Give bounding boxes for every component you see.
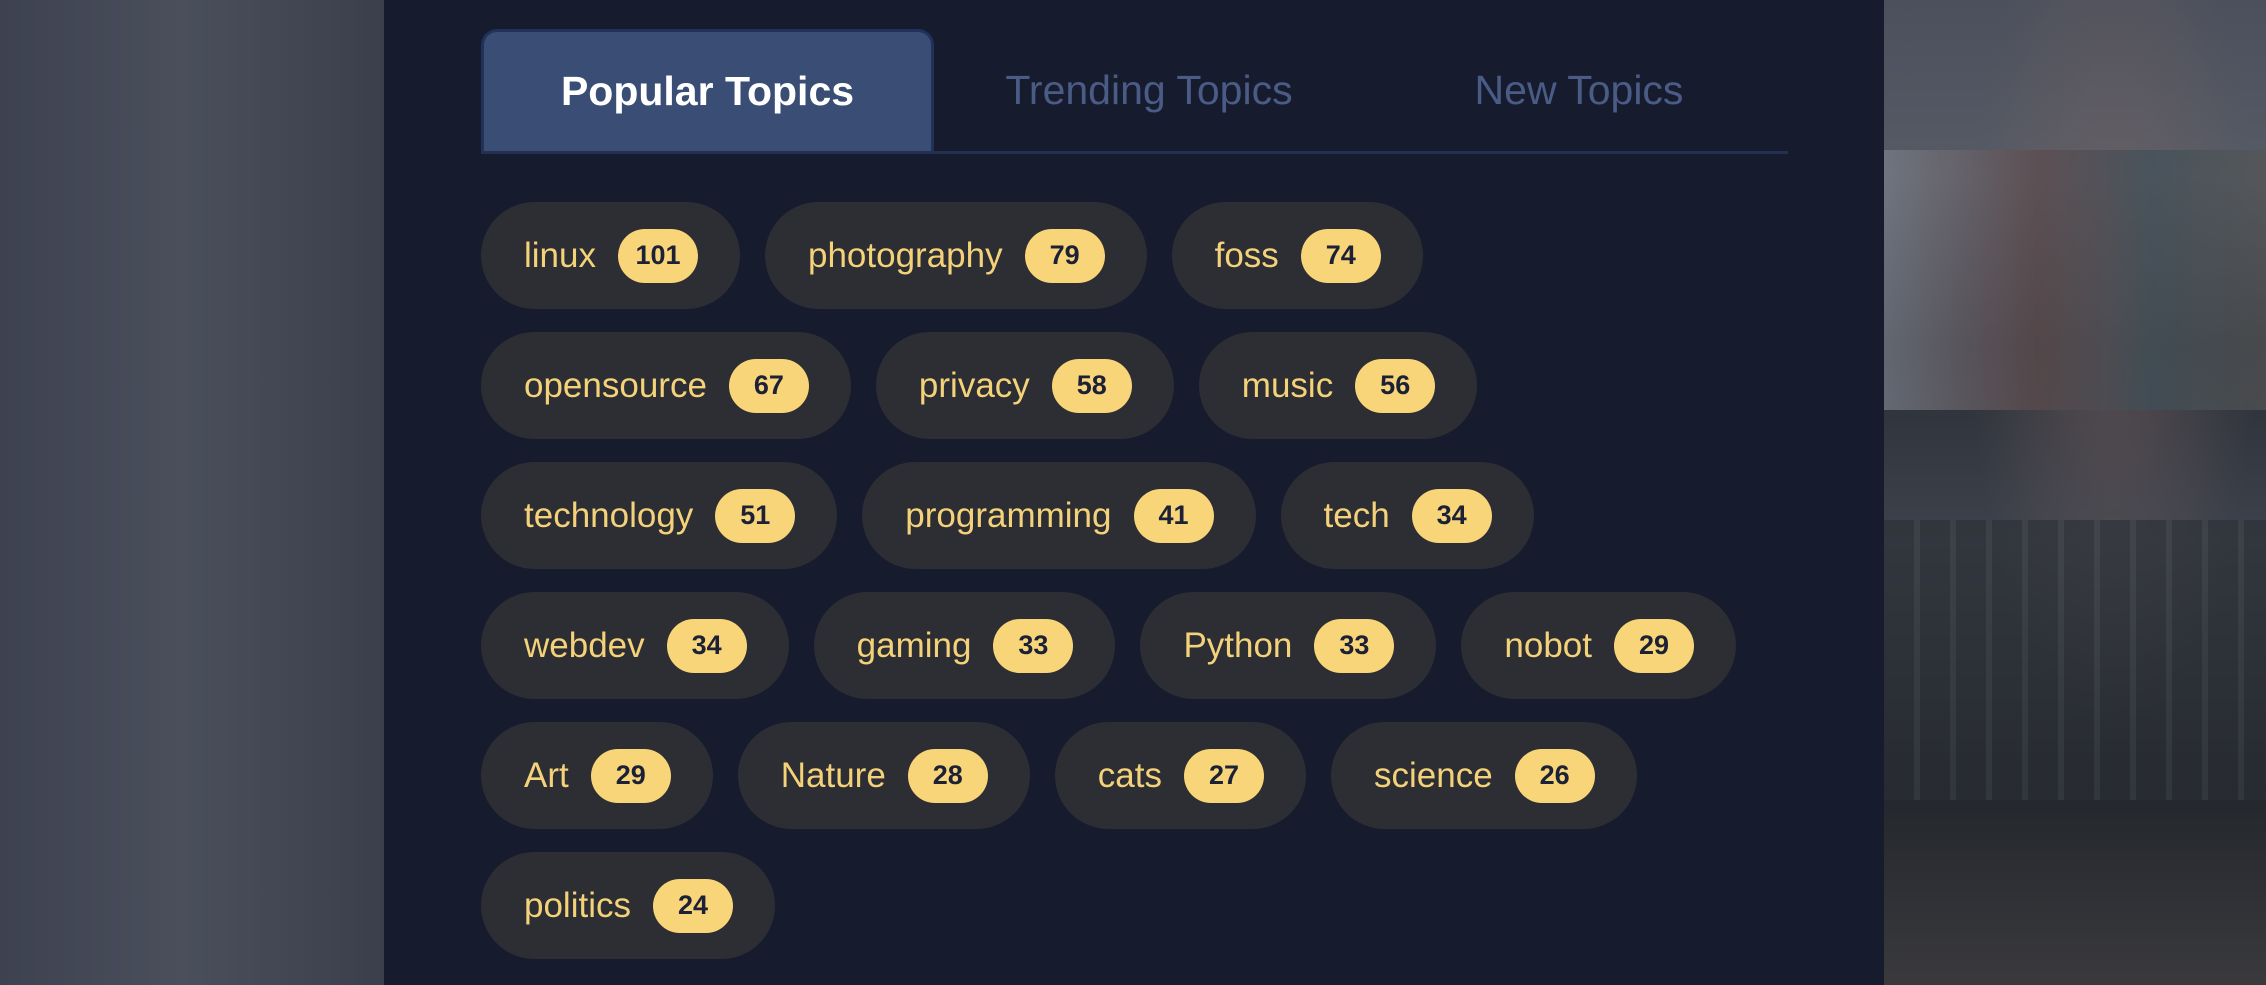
topic-count-badge: 33 [1314,618,1395,673]
topic-pill[interactable]: photography 79 [764,202,1147,309]
tab-popular-topics[interactable]: Popular Topics [481,29,934,151]
topic-pill[interactable]: gaming 33 [813,592,1116,699]
topic-count-badge: 58 [1051,358,1132,413]
topic-pill[interactable]: politics 24 [481,852,775,959]
topic-count-badge: 101 [617,228,698,283]
topic-count-badge: 27 [1184,748,1264,803]
topic-name: music [1241,365,1334,405]
topic-name: tech [1323,495,1390,535]
topic-pill[interactable]: science 26 [1331,722,1637,829]
topic-pill[interactable]: Python 33 [1140,592,1437,699]
topic-name: cats [1097,755,1162,795]
topic-count-badge: 41 [1133,488,1214,543]
topic-name: foss [1214,235,1279,275]
topic-pill[interactable]: tech 34 [1280,462,1534,569]
topic-count-badge: 29 [590,748,671,803]
topic-name: nobot [1504,625,1592,665]
topic-name: privacy [918,365,1030,405]
topic-count-badge: 51 [715,488,796,543]
topic-pill[interactable]: music 56 [1198,332,1478,439]
topic-name: programming [905,495,1112,535]
tab-trending-topics[interactable]: Trending Topics [934,29,1364,151]
topic-name: technology [524,495,694,535]
topic-tabs: Popular Topics Trending Topics New Topic… [481,29,1788,154]
topic-pill[interactable]: Nature 28 [737,722,1030,829]
topic-name: webdev [524,625,645,665]
topic-count-badge: 33 [993,618,1074,673]
topic-name: Python [1183,625,1293,665]
topic-count-badge: 74 [1300,228,1381,283]
topic-pill[interactable]: privacy 58 [875,332,1174,439]
background-keyboard [1884,520,2266,800]
topic-list: linux 101 photography 79 foss 74 opensource 67 p… [481,202,1801,959]
topic-pill[interactable]: opensource 67 [481,332,851,439]
topic-count-badge: 34 [1411,488,1492,543]
topic-pill[interactable]: linux 101 [481,202,740,309]
topic-pill[interactable]: foss 74 [1171,202,1423,309]
background-photo [1884,0,2266,985]
topic-pill[interactable]: technology 51 [481,462,838,569]
topic-count-badge: 24 [652,878,733,933]
topic-name: gaming [856,625,972,665]
topic-count-badge: 67 [728,358,809,413]
topic-pill[interactable]: webdev 34 [481,592,789,699]
background-laptop-screen [1884,150,2266,410]
topic-pill[interactable]: programming 41 [862,462,1256,569]
topic-count-badge: 79 [1024,228,1105,283]
topic-pill[interactable]: cats 27 [1054,722,1306,829]
topic-name: photography [807,235,1003,275]
topic-count-badge: 29 [1614,618,1694,673]
topic-name: politics [524,885,631,925]
topic-name: Nature [780,755,886,795]
topic-name: opensource [524,365,707,405]
topic-count-badge: 28 [907,748,988,803]
topic-name: linux [524,235,596,275]
topic-count-badge: 56 [1355,358,1436,413]
topic-pill[interactable]: Art 29 [481,722,713,829]
tab-new-topics[interactable]: New Topics [1364,29,1794,151]
topic-pill[interactable]: nobot 29 [1461,592,1736,699]
topic-count-badge: 34 [666,618,747,673]
topic-count-badge: 26 [1514,748,1595,803]
topic-name: Art [524,755,569,795]
topic-name: science [1374,755,1493,795]
